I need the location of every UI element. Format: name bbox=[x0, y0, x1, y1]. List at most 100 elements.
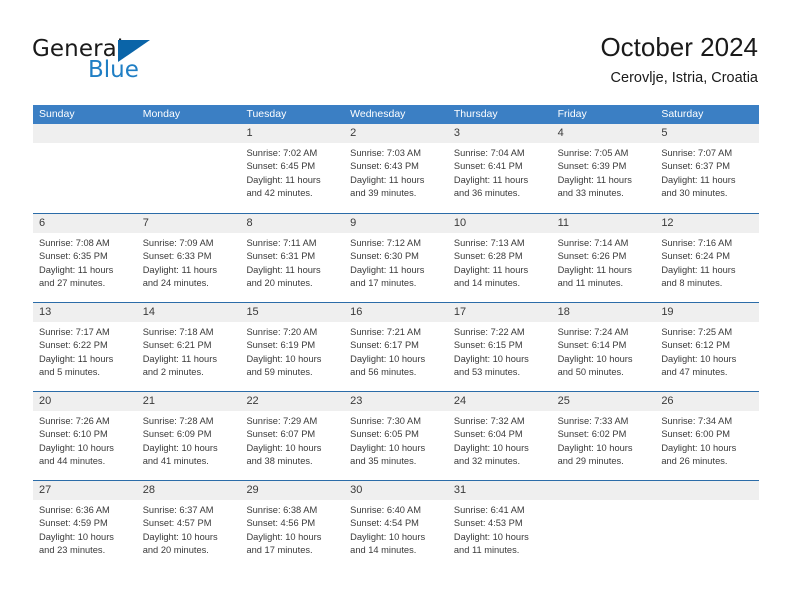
day-detail-line: and 39 minutes. bbox=[350, 188, 417, 199]
day-cell-15[interactable]: 15 Sunrise: 7:20 AM Sunset: 6:19 PM Dayligh… bbox=[240, 303, 345, 391]
day-cell-9[interactable]: 9 Sunrise: 7:12 AM Sunset: 6:30 PM Daylight… bbox=[344, 214, 448, 302]
day-detail-line: Sunrise: 7:34 AM bbox=[661, 416, 733, 426]
day-detail-line: Sunset: 6:10 PM bbox=[39, 429, 108, 440]
day-cell-10[interactable]: 10 Sunrise: 7:13 AM Sunset: 6:28 PM Dayligh… bbox=[447, 214, 552, 302]
day-detail-line: Sunset: 6:14 PM bbox=[557, 340, 627, 351]
day-details: Sunrise: 7:07 AM Sunset: 6:37 PM Daylight:… bbox=[655, 143, 759, 201]
day-details: Sunrise: 7:03 AM Sunset: 6:43 PM Daylight:… bbox=[344, 143, 448, 201]
day-cell-24[interactable]: 24 Sunrise: 7:32 AM Sunset: 6:04 PM Dayligh… bbox=[447, 392, 552, 480]
day-detail-line: Sunset: 6:33 PM bbox=[142, 251, 212, 262]
day-cell-13[interactable]: 13 Sunrise: 7:17 AM Sunset: 6:22 PM Dayligh… bbox=[33, 303, 137, 391]
day-detail-line: Sunset: 4:53 PM bbox=[453, 518, 523, 529]
day-details: Sunrise: 7:12 AM Sunset: 6:30 PM Daylight:… bbox=[344, 233, 448, 291]
day-detail-line: Sunrise: 7:03 AM bbox=[350, 148, 421, 158]
day-cell-23[interactable]: 23 Sunrise: 7:30 AM Sunset: 6:05 PM Dayligh… bbox=[344, 392, 448, 480]
day-cell-1[interactable]: 1 Sunrise: 7:02 AM Sunset: 6:45 PM Daylight… bbox=[240, 124, 345, 213]
day-detail-line: Sunrise: 7:33 AM bbox=[557, 416, 629, 426]
day-detail-line: Daylight: 10 hours bbox=[350, 353, 426, 364]
day-cell-18[interactable]: 18 Sunrise: 7:24 AM Sunset: 6:14 PM Dayligh… bbox=[551, 303, 656, 391]
day-detail-line: Sunrise: 7:28 AM bbox=[142, 416, 214, 426]
day-cell-22[interactable]: 22 Sunrise: 7:29 AM Sunset: 6:07 PM Dayligh… bbox=[240, 392, 345, 480]
day-cell-2[interactable]: 2 Sunrise: 7:03 AM Sunset: 6:43 PM Daylight… bbox=[344, 124, 448, 213]
day-number: 9 bbox=[344, 214, 448, 233]
day-detail-line: and 56 minutes. bbox=[350, 367, 417, 378]
day-detail-line: Daylight: 10 hours bbox=[453, 531, 529, 542]
day-detail-line: and 2 minutes. bbox=[142, 367, 204, 378]
day-detail-line: Sunset: 6:09 PM bbox=[142, 429, 212, 440]
day-detail-line: and 42 minutes. bbox=[246, 188, 313, 199]
day-number: 6 bbox=[33, 214, 137, 233]
day-detail-line: Sunset: 6:31 PM bbox=[246, 251, 316, 262]
day-detail-line: Sunset: 4:59 PM bbox=[39, 518, 108, 529]
day-detail-line: and 14 minutes. bbox=[453, 278, 521, 289]
day-cell-27[interactable]: 27 Sunrise: 6:36 AM Sunset: 4:59 PM Dayligh… bbox=[33, 481, 137, 569]
day-detail-line: Daylight: 10 hours bbox=[350, 531, 426, 542]
day-detail-line: Sunrise: 6:40 AM bbox=[350, 505, 421, 515]
day-cell-12[interactable]: 12 Sunrise: 7:16 AM Sunset: 6:24 PM Dayligh… bbox=[655, 214, 760, 302]
day-detail-line: Daylight: 10 hours bbox=[661, 442, 737, 453]
day-detail-line: Sunrise: 7:32 AM bbox=[453, 416, 525, 426]
day-detail-line: Daylight: 10 hours bbox=[39, 531, 114, 542]
day-cell-19[interactable]: 19 Sunrise: 7:25 AM Sunset: 6:12 PM Dayligh… bbox=[655, 303, 760, 391]
day-detail-line: and 50 minutes. bbox=[557, 367, 624, 378]
day-detail-line: Daylight: 11 hours bbox=[350, 174, 425, 185]
day-detail-line: Sunrise: 7:09 AM bbox=[142, 238, 214, 248]
day-detail-line: Sunset: 6:45 PM bbox=[246, 161, 316, 172]
day-number: 2 bbox=[344, 124, 448, 143]
day-detail-line: and 27 minutes. bbox=[39, 278, 106, 289]
day-detail-line: Sunset: 6:35 PM bbox=[39, 251, 108, 262]
day-cell-25[interactable]: 25 Sunrise: 7:33 AM Sunset: 6:02 PM Dayligh… bbox=[551, 392, 656, 480]
weekday-header-tuesday: Tuesday bbox=[246, 108, 287, 120]
day-details bbox=[552, 500, 656, 504]
day-detail-line: Sunset: 6:05 PM bbox=[350, 429, 419, 440]
day-number: 15 bbox=[240, 303, 345, 322]
day-number: 18 bbox=[551, 303, 656, 322]
day-cell-empty bbox=[655, 481, 760, 569]
day-number: 21 bbox=[136, 392, 241, 411]
day-detail-line: Sunrise: 7:20 AM bbox=[246, 327, 318, 337]
day-detail-line: Daylight: 11 hours bbox=[557, 174, 632, 185]
day-cell-29[interactable]: 29 Sunrise: 6:38 AM Sunset: 4:56 PM Dayligh… bbox=[240, 481, 345, 569]
day-cell-30[interactable]: 30 Sunrise: 6:40 AM Sunset: 4:54 PM Dayligh… bbox=[344, 481, 448, 569]
day-detail-line: Sunrise: 7:17 AM bbox=[39, 327, 110, 337]
day-detail-line: Daylight: 10 hours bbox=[39, 442, 114, 453]
day-cell-26[interactable]: 26 Sunrise: 7:34 AM Sunset: 6:00 PM Dayligh… bbox=[655, 392, 760, 480]
day-cell-7[interactable]: 7 Sunrise: 7:09 AM Sunset: 6:33 PM Daylight… bbox=[136, 214, 241, 302]
day-details: Sunrise: 7:13 AM Sunset: 6:28 PM Daylight:… bbox=[448, 233, 552, 291]
day-cell-11[interactable]: 11 Sunrise: 7:14 AM Sunset: 6:26 PM Dayligh… bbox=[551, 214, 656, 302]
day-detail-line: Daylight: 11 hours bbox=[557, 264, 632, 275]
weekday-header-row: Sunday Monday Tuesday Wednesday Thursday Frid… bbox=[33, 105, 759, 124]
day-detail-line: Daylight: 10 hours bbox=[557, 353, 633, 364]
day-details: Sunrise: 6:36 AM Sunset: 4:59 PM Daylight:… bbox=[33, 500, 137, 558]
day-detail-line: Daylight: 10 hours bbox=[453, 353, 529, 364]
day-cell-5[interactable]: 5 Sunrise: 7:07 AM Sunset: 6:37 PM Daylight… bbox=[655, 124, 760, 213]
day-cell-20[interactable]: 20 Sunrise: 7:26 AM Sunset: 6:10 PM Dayligh… bbox=[33, 392, 137, 480]
day-detail-line: Sunset: 4:57 PM bbox=[142, 518, 212, 529]
day-cell-8[interactable]: 8 Sunrise: 7:11 AM Sunset: 6:31 PM Daylight… bbox=[240, 214, 345, 302]
day-detail-line: Daylight: 11 hours bbox=[453, 264, 529, 275]
day-cell-14[interactable]: 14 Sunrise: 7:18 AM Sunset: 6:21 PM Dayligh… bbox=[136, 303, 241, 391]
day-detail-line: and 17 minutes. bbox=[350, 278, 417, 289]
day-detail-line: and 38 minutes. bbox=[246, 456, 313, 467]
day-cell-31[interactable]: 31 Sunrise: 6:41 AM Sunset: 4:53 PM Dayligh… bbox=[447, 481, 552, 569]
day-detail-line: Sunrise: 7:07 AM bbox=[661, 148, 733, 158]
day-detail-line: Daylight: 10 hours bbox=[557, 442, 633, 453]
day-number: 1 bbox=[240, 124, 345, 143]
day-cell-21[interactable]: 21 Sunrise: 7:28 AM Sunset: 6:09 PM Dayligh… bbox=[136, 392, 241, 480]
logo-blue-text: Blue bbox=[88, 57, 139, 83]
page-header: General Blue October 2024 Cerovlje, Istr… bbox=[0, 0, 792, 100]
day-cell-empty bbox=[136, 124, 241, 213]
page-subtitle: Cerovlje, Istria, Croatia bbox=[610, 70, 758, 86]
day-cell-28[interactable]: 28 Sunrise: 6:37 AM Sunset: 4:57 PM Dayligh… bbox=[136, 481, 241, 569]
day-detail-line: Sunset: 6:21 PM bbox=[142, 340, 212, 351]
day-cell-empty bbox=[551, 481, 656, 569]
day-cell-3[interactable]: 3 Sunrise: 7:04 AM Sunset: 6:41 PM Daylight… bbox=[447, 124, 552, 213]
day-detail-line: Sunrise: 6:38 AM bbox=[246, 505, 318, 515]
day-cell-4[interactable]: 4 Sunrise: 7:05 AM Sunset: 6:39 PM Daylight… bbox=[551, 124, 656, 213]
day-cell-6[interactable]: 6 Sunrise: 7:08 AM Sunset: 6:35 PM Daylight… bbox=[33, 214, 137, 302]
day-detail-line: Daylight: 11 hours bbox=[246, 174, 321, 185]
day-detail-line: Sunrise: 7:22 AM bbox=[453, 327, 525, 337]
day-cell-16[interactable]: 16 Sunrise: 7:21 AM Sunset: 6:17 PM Dayligh… bbox=[344, 303, 448, 391]
day-cell-17[interactable]: 17 Sunrise: 7:22 AM Sunset: 6:15 PM Dayligh… bbox=[447, 303, 552, 391]
day-detail-line: Sunset: 6:12 PM bbox=[661, 340, 731, 351]
